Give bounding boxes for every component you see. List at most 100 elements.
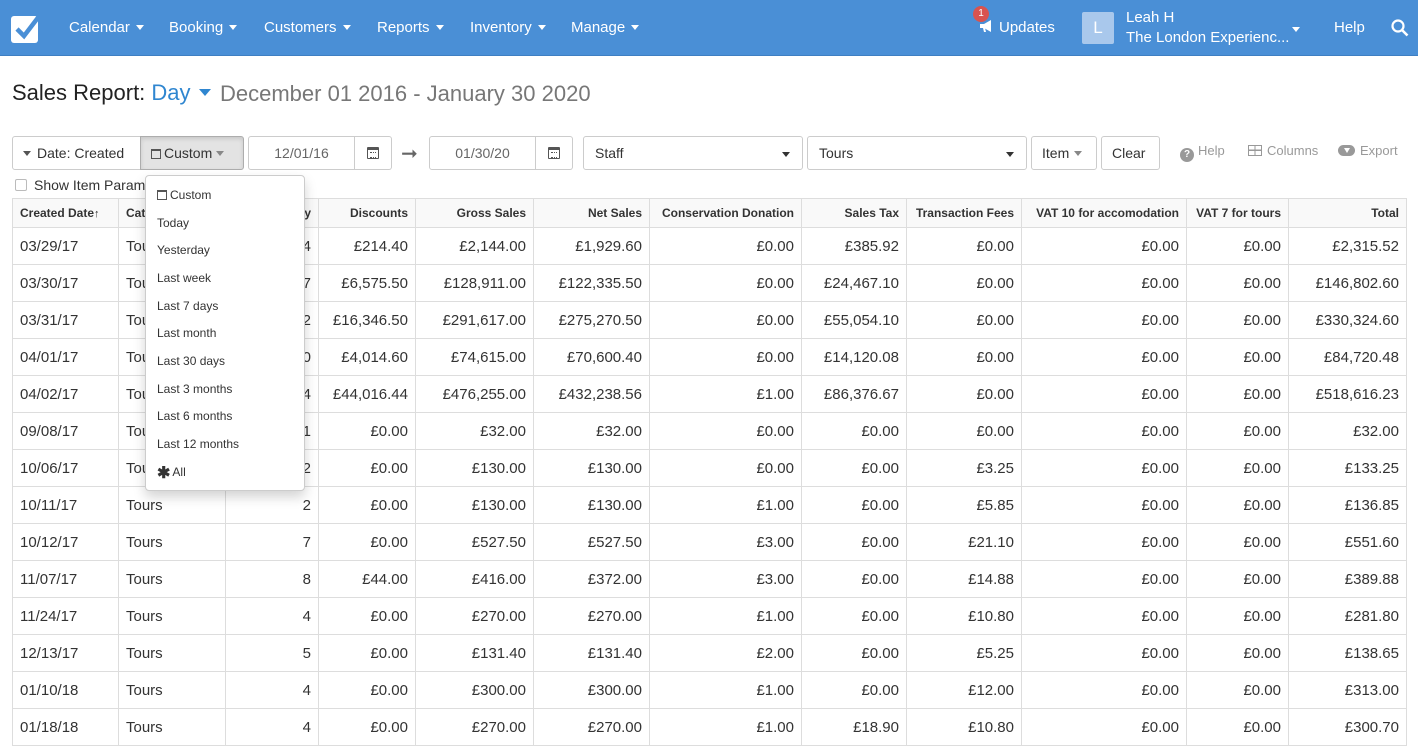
table-row[interactable]: 01/10/18 Tours 4 £0.00 £300.00 £300.00 £1.00 £0… bbox=[12, 671, 1407, 709]
tours-select[interactable]: Tours bbox=[807, 136, 1027, 170]
cell-sales-tax: £55,054.10 bbox=[801, 301, 907, 339]
item-filter-label: Item bbox=[1042, 145, 1070, 161]
nav-booking[interactable]: Booking bbox=[169, 0, 238, 56]
date-filter-button[interactable]: Date: Created bbox=[12, 136, 141, 170]
start-date-input[interactable]: 12/01/16 bbox=[248, 136, 355, 170]
cell-sales-tax: £0.00 bbox=[801, 597, 907, 635]
cell-gross-sales: £270.00 bbox=[415, 708, 534, 746]
cell-vat-10-accomodation: £0.00 bbox=[1021, 560, 1187, 598]
end-date-input[interactable]: 01/30/20 bbox=[429, 136, 536, 170]
period-selector[interactable]: Day bbox=[151, 80, 211, 105]
cell-vat-7-tours: £0.00 bbox=[1186, 264, 1289, 302]
clear-button[interactable]: Clear bbox=[1101, 136, 1160, 170]
cell-vat-10-accomodation: £0.00 bbox=[1021, 264, 1187, 302]
preset-option-today[interactable]: Today bbox=[157, 216, 189, 230]
preset-option-custom[interactable]: Custom bbox=[157, 188, 211, 202]
cell-net-sales: £1,929.60 bbox=[533, 227, 650, 265]
staff-select[interactable]: Staff bbox=[583, 136, 803, 170]
table-row[interactable]: 12/13/17 Tours 5 £0.00 £131.40 £131.40 £2.00 £0… bbox=[12, 634, 1407, 672]
end-date-calendar-button[interactable] bbox=[536, 136, 573, 170]
cell-total: £32.00 bbox=[1288, 412, 1407, 450]
cell-vat-10-accomodation: £0.00 bbox=[1021, 301, 1187, 339]
nav-calendar[interactable]: Calendar bbox=[69, 0, 144, 56]
cell-created-date: 01/10/18 bbox=[12, 671, 119, 709]
preset-option-yesterday[interactable]: Yesterday bbox=[157, 243, 210, 257]
export-link[interactable]: Export bbox=[1338, 143, 1398, 158]
col-gross-sales[interactable]: Gross Sales bbox=[415, 198, 534, 228]
col-vat-7-tours[interactable]: VAT 7 for tours bbox=[1186, 198, 1289, 228]
table-row[interactable]: 11/24/17 Tours 4 £0.00 £270.00 £270.00 £1.00 £0… bbox=[12, 597, 1407, 635]
cell-total: £136.85 bbox=[1288, 486, 1407, 524]
user-name[interactable]: Leah H bbox=[1126, 9, 1174, 26]
col-sales-tax[interactable]: Sales Tax bbox=[801, 198, 907, 228]
cell-quantity: 5 bbox=[225, 634, 319, 672]
col-vat-10-accomodation[interactable]: VAT 10 for accomodation bbox=[1021, 198, 1187, 228]
cell-vat-10-accomodation: £0.00 bbox=[1021, 708, 1187, 746]
caret-down-icon bbox=[23, 150, 31, 156]
nav-reports-label: Reports bbox=[377, 19, 430, 36]
page-title-label: Sales Report: bbox=[12, 80, 146, 105]
nav-manage[interactable]: Manage bbox=[571, 0, 640, 56]
cell-net-sales: £432,238.56 bbox=[533, 375, 650, 413]
col-conservation-donation[interactable]: Conservation Donation bbox=[649, 198, 802, 228]
cell-gross-sales: £476,255.00 bbox=[415, 375, 534, 413]
cell-transaction-fees: £14.88 bbox=[906, 560, 1022, 598]
help-link-label: Help bbox=[1198, 143, 1225, 158]
item-filter-button[interactable]: Item bbox=[1031, 136, 1097, 170]
cell-vat-7-tours: £0.00 bbox=[1186, 634, 1289, 672]
user-org[interactable]: The London Experienc... bbox=[1126, 29, 1289, 46]
calendar-icon bbox=[157, 190, 167, 200]
nav-inventory[interactable]: Inventory bbox=[470, 0, 546, 56]
caret-down-icon bbox=[782, 152, 790, 157]
show-item-params-toggle[interactable]: Show Item Param bbox=[15, 177, 145, 193]
start-date-calendar-button[interactable] bbox=[355, 136, 392, 170]
cell-total: £330,324.60 bbox=[1288, 301, 1407, 339]
show-item-params-checkbox[interactable] bbox=[15, 179, 27, 191]
table-row[interactable]: 01/18/18 Tours 4 £0.00 £270.00 £270.00 £1.00 £1… bbox=[12, 708, 1407, 746]
col-total[interactable]: Total bbox=[1288, 198, 1407, 228]
date-preset-button[interactable]: Custom bbox=[140, 136, 244, 170]
cell-transaction-fees: £21.10 bbox=[906, 523, 1022, 561]
preset-option-last-week[interactable]: Last week bbox=[157, 271, 211, 285]
help-link[interactable]: ? Help bbox=[1180, 143, 1225, 162]
table-row[interactable]: 10/11/17 Tours 2 £0.00 £130.00 £130.00 £1.00 £0… bbox=[12, 486, 1407, 524]
col-created-date[interactable]: Created Date↑ bbox=[12, 198, 119, 228]
table-row[interactable]: 10/12/17 Tours 7 £0.00 £527.50 £527.50 £3.00 £0… bbox=[12, 523, 1407, 561]
cell-gross-sales: £74,615.00 bbox=[415, 338, 534, 376]
columns-link[interactable]: Columns bbox=[1248, 143, 1318, 158]
cell-created-date: 03/29/17 bbox=[12, 227, 119, 265]
date-filter-label: Date: Created bbox=[37, 145, 125, 161]
cell-net-sales: £270.00 bbox=[533, 708, 650, 746]
preset-option-last-12-months[interactable]: Last 12 months bbox=[157, 437, 239, 451]
cell-vat-10-accomodation: £0.00 bbox=[1021, 486, 1187, 524]
preset-option-last-7-days[interactable]: Last 7 days bbox=[157, 299, 218, 313]
cell-created-date: 10/06/17 bbox=[12, 449, 119, 487]
nav-updates-label: Updates bbox=[999, 19, 1055, 36]
preset-option-last-3-months[interactable]: Last 3 months bbox=[157, 382, 232, 396]
nav-booking-label: Booking bbox=[169, 19, 224, 36]
cell-discounts: £16,346.50 bbox=[318, 301, 416, 339]
caret-down-icon bbox=[537, 24, 546, 30]
col-net-sales[interactable]: Net Sales bbox=[533, 198, 650, 228]
avatar[interactable]: L bbox=[1082, 12, 1114, 44]
preset-option-last-30-days[interactable]: Last 30 days bbox=[157, 354, 225, 368]
cell-vat-10-accomodation: £0.00 bbox=[1021, 634, 1187, 672]
table-row[interactable]: 11/07/17 Tours 8 £44.00 £416.00 £372.00 £3.00 £… bbox=[12, 560, 1407, 598]
col-transaction-fees[interactable]: Transaction Fees bbox=[906, 198, 1022, 228]
preset-option-last-month[interactable]: Last month bbox=[157, 326, 216, 340]
checkbox-logo-icon[interactable] bbox=[10, 12, 42, 44]
preset-option-last-6-months[interactable]: Last 6 months bbox=[157, 409, 232, 423]
nav-customers[interactable]: Customers bbox=[264, 0, 351, 56]
caret-down-icon bbox=[135, 24, 144, 30]
cell-vat-7-tours: £0.00 bbox=[1186, 597, 1289, 635]
columns-link-label: Columns bbox=[1267, 143, 1319, 158]
date-preset-dropdown: Custom Today Yesterday Last week Last 7 … bbox=[145, 175, 305, 491]
preset-option-all[interactable]: ✱ All bbox=[157, 463, 186, 483]
nav-reports[interactable]: Reports bbox=[377, 0, 444, 56]
col-discounts[interactable]: Discounts bbox=[318, 198, 416, 228]
nav-help[interactable]: Help bbox=[1334, 0, 1365, 56]
user-menu-caret-icon[interactable] bbox=[1292, 27, 1300, 32]
search-icon[interactable] bbox=[1391, 19, 1409, 37]
cell-sales-tax: £0.00 bbox=[801, 486, 907, 524]
nav-updates[interactable]: Updates bbox=[979, 0, 1055, 56]
